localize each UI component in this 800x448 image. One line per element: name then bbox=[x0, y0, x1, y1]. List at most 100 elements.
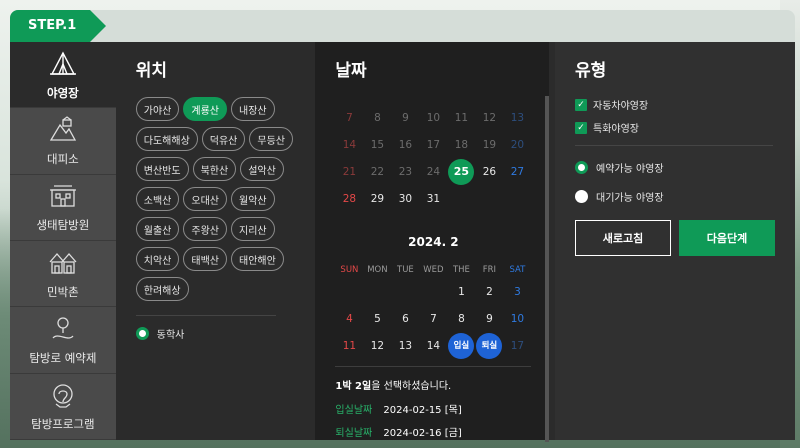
calendar-month-label: 2024. 2 bbox=[408, 235, 459, 249]
date-scrollbar[interactable] bbox=[545, 96, 549, 442]
park-chip[interactable]: 가야산 bbox=[135, 97, 180, 121]
calendar-day[interactable]: 10 bbox=[419, 105, 447, 132]
calendar-day[interactable]: 23 bbox=[391, 159, 419, 186]
calendar-day[interactable]: 1 bbox=[447, 279, 475, 306]
sub-area-option[interactable]: 동학사 bbox=[135, 326, 306, 341]
sidebar-item-eco-center[interactable]: 생태탐방원 bbox=[10, 174, 116, 241]
park-chip-selected[interactable]: 계룡산 bbox=[183, 97, 227, 121]
calendar-day[interactable]: 9 bbox=[475, 306, 503, 333]
checkbox-auto-camping[interactable]: ✓ 자동차야영장 bbox=[575, 97, 775, 112]
next-step-button[interactable]: 다음단계 bbox=[679, 220, 775, 256]
calendar-day[interactable]: 9 bbox=[391, 105, 419, 132]
calendar-day[interactable]: 26 bbox=[475, 159, 503, 186]
calendar-day[interactable]: 25 bbox=[447, 159, 475, 186]
radio-label: 대기가능 야영장 bbox=[596, 193, 664, 204]
calendar-day[interactable]: 24 bbox=[419, 159, 447, 186]
calendar-day[interactable]: 15 bbox=[363, 132, 391, 159]
checkout-value: 2024-02-16 [금] bbox=[383, 428, 462, 439]
calendar-day[interactable]: 14 bbox=[335, 132, 363, 159]
calendar-day[interactable]: 27 bbox=[503, 159, 531, 186]
calendar-day[interactable]: 11 bbox=[335, 333, 363, 360]
sidebar-item-label: 탐방프로그램 bbox=[31, 417, 95, 432]
weekday-label: THE bbox=[452, 265, 470, 275]
calendar-day[interactable]: 7 bbox=[335, 105, 363, 132]
checkbox-label: 자동차야영장 bbox=[593, 101, 649, 112]
calendar-day[interactable]: 31 bbox=[419, 186, 447, 213]
sidebar-item-village[interactable]: 민박촌 bbox=[10, 240, 116, 308]
calendar-day[interactable]: 22 bbox=[363, 159, 391, 186]
park-chip[interactable]: 지리산 bbox=[231, 217, 275, 241]
park-chip[interactable]: 월악산 bbox=[231, 187, 275, 211]
sidebar-item-label: 야영장 bbox=[47, 85, 79, 100]
sidebar-item-program[interactable]: 탐방프로그램 bbox=[10, 373, 116, 440]
calendar-day[interactable]: 17 bbox=[419, 132, 447, 159]
calendar-day[interactable]: 13 bbox=[503, 105, 531, 132]
sidebar-item-shelter[interactable]: 대피소 bbox=[10, 108, 116, 175]
park-chip[interactable]: 한려해상 bbox=[135, 277, 189, 301]
today-date[interactable]: 25 bbox=[448, 159, 475, 185]
calendar-day[interactable]: 17 bbox=[503, 333, 531, 360]
category-sidebar: 야영장 대피소 생태탐방원 민박촌 탐방로 예약제 탐방프로그램 bbox=[10, 42, 116, 440]
park-chip[interactable]: 태안해안 bbox=[231, 247, 284, 271]
checkout-label: 퇴실날짜 bbox=[335, 428, 373, 439]
radio-waitlist[interactable]: 대기가능 야영장 bbox=[575, 189, 775, 204]
park-chip[interactable]: 설악산 bbox=[240, 157, 284, 181]
calendar-day[interactable]: 퇴실 bbox=[475, 333, 503, 360]
park-chip[interactable]: 변산반도 bbox=[135, 157, 189, 181]
calendar-day[interactable]: 2 bbox=[475, 279, 503, 306]
radio-available[interactable]: 예약가능 야영장 bbox=[575, 160, 775, 175]
calendar-week-row: 4 5 6 7 8 9 10 bbox=[335, 306, 531, 333]
weekday-label: FRI bbox=[482, 265, 497, 275]
calendar-day[interactable]: 14 bbox=[419, 333, 447, 360]
checkin-value: 2024-02-15 [목] bbox=[383, 405, 462, 416]
calendar-day[interactable]: 6 bbox=[391, 306, 419, 333]
calendar-day[interactable]: 12 bbox=[475, 105, 503, 132]
calendar-day[interactable]: 4 bbox=[335, 306, 363, 333]
calendar-day[interactable]: 8 bbox=[447, 306, 475, 333]
selected-date[interactable]: 입실 bbox=[448, 333, 475, 359]
checkbox-label: 특화야영장 bbox=[593, 124, 639, 135]
calendar-day[interactable]: 10 bbox=[503, 306, 531, 333]
park-chip[interactable]: 치악산 bbox=[135, 247, 180, 271]
calendar-day[interactable]: 30 bbox=[391, 186, 419, 213]
park-chip[interactable]: 오대산 bbox=[183, 187, 227, 211]
radio-selected-icon bbox=[135, 327, 149, 340]
park-chip[interactable]: 태백산 bbox=[183, 247, 227, 271]
sidebar-item-trail-reservation[interactable]: 탐방로 예약제 bbox=[10, 307, 116, 374]
calendar-day[interactable]: 8 bbox=[363, 105, 391, 132]
park-chip[interactable]: 주왕산 bbox=[183, 217, 227, 241]
sidebar-item-label: 대피소 bbox=[47, 151, 79, 166]
park-chip[interactable]: 소백산 bbox=[135, 187, 180, 211]
park-chip[interactable]: 다도해해상 bbox=[135, 127, 198, 151]
calendar-day[interactable]: 29 bbox=[363, 186, 391, 213]
calendar-day[interactable]: 7 bbox=[419, 306, 447, 333]
calendar-day[interactable]: 16 bbox=[391, 132, 419, 159]
calendar-day[interactable]: 12 bbox=[363, 333, 391, 360]
refresh-button[interactable]: 새로고침 bbox=[575, 220, 671, 256]
calendar-day[interactable]: 28 bbox=[335, 186, 363, 213]
date-divider bbox=[335, 366, 532, 367]
checkbox-special-camping[interactable]: ✓ 특화야영장 bbox=[575, 120, 775, 135]
calendar-day[interactable]: 13 bbox=[391, 333, 419, 360]
calendar-day[interactable]: 18 bbox=[447, 132, 475, 159]
type-title: 유형 bbox=[575, 61, 607, 81]
calendar-day[interactable]: 입실 bbox=[447, 333, 475, 360]
sub-area-label: 동학사 bbox=[156, 330, 185, 341]
park-chip[interactable]: 덕유산 bbox=[201, 127, 246, 151]
calendar-day[interactable]: 5 bbox=[363, 306, 391, 333]
selected-date[interactable]: 퇴실 bbox=[476, 333, 503, 359]
park-chip[interactable]: 북한산 bbox=[192, 157, 237, 181]
sidebar-item-campsite[interactable]: 야영장 bbox=[10, 42, 116, 109]
action-buttons: 새로고침 다음단계 bbox=[575, 220, 775, 256]
weekday-label: MON bbox=[367, 265, 388, 275]
calendar-february: SUN MON TUE WED THE FRI SAT 1 2 3 4 5 6 7 8 9 10 11 12 13 14… bbox=[335, 261, 531, 360]
calendar-day[interactable]: 20 bbox=[503, 132, 531, 159]
calendar-day[interactable]: 19 bbox=[475, 132, 503, 159]
calendar-day[interactable]: 11 bbox=[447, 105, 475, 132]
tent-icon bbox=[49, 51, 76, 75]
park-chip[interactable]: 월출산 bbox=[135, 217, 180, 241]
park-chip[interactable]: 내장산 bbox=[231, 97, 275, 121]
park-chip[interactable]: 무등산 bbox=[249, 127, 293, 151]
calendar-day[interactable]: 21 bbox=[335, 159, 363, 186]
calendar-day[interactable]: 3 bbox=[503, 279, 531, 306]
